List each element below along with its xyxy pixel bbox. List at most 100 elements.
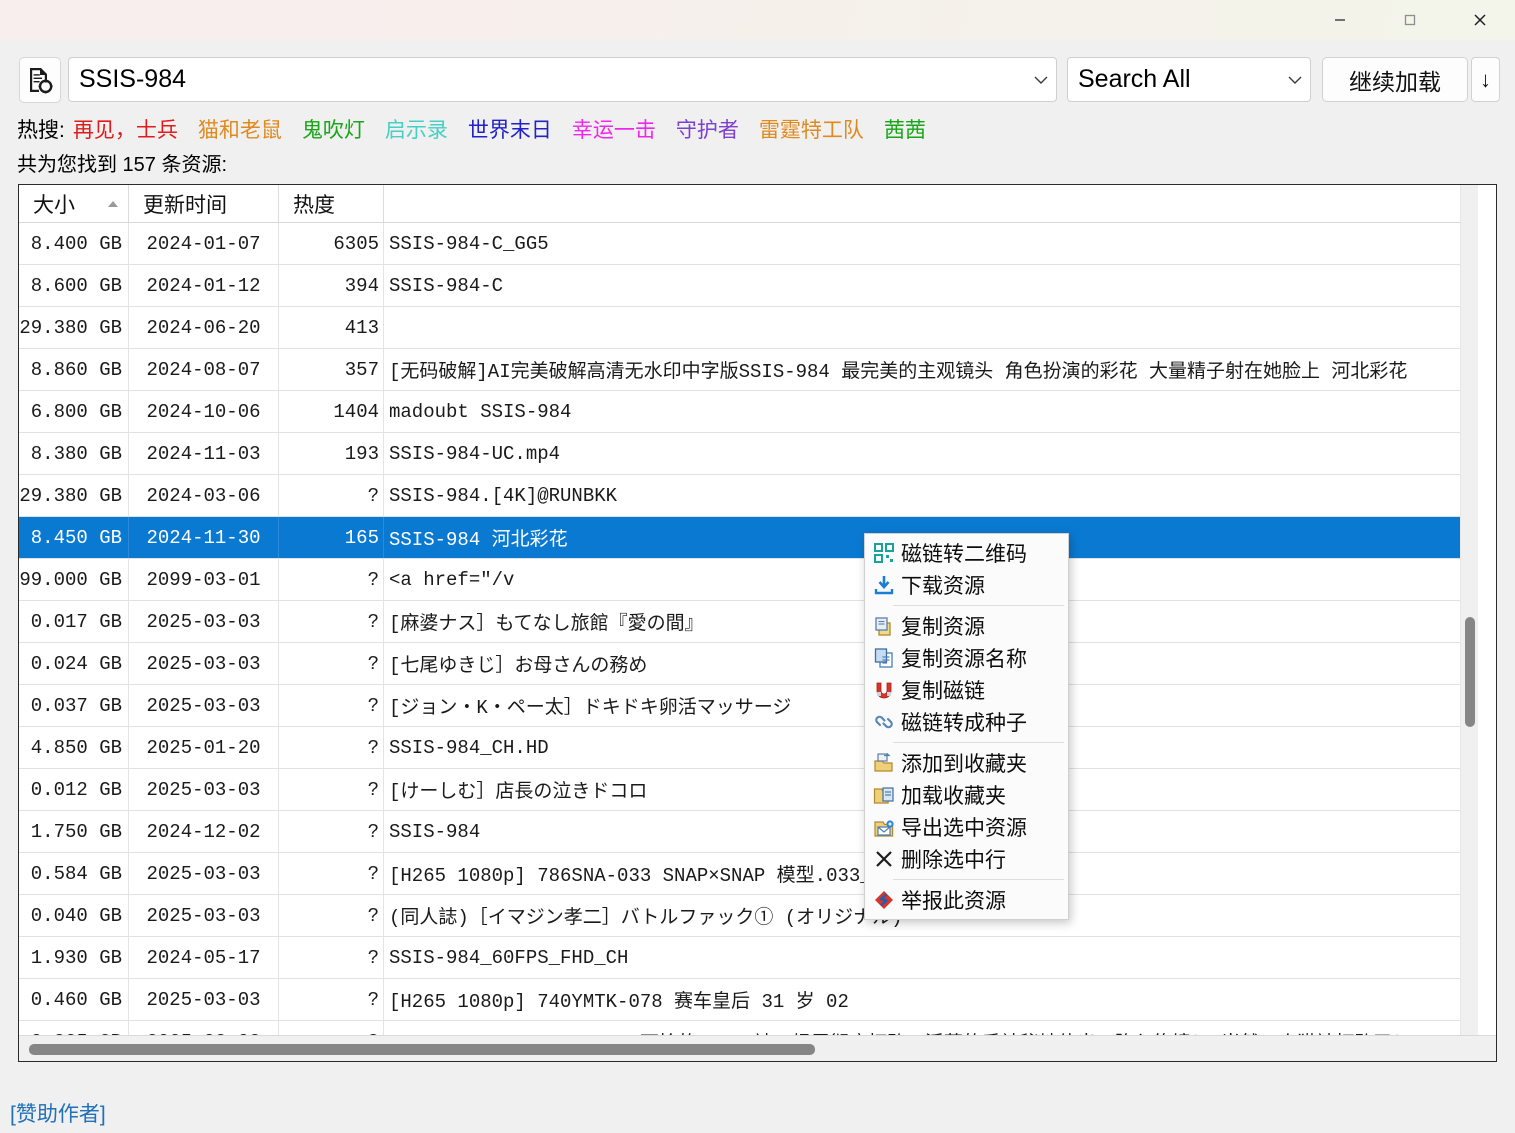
cell-heat: ? [279,895,384,936]
cell-size: 0.040 GB [19,895,129,936]
hot-search-tag[interactable]: 再见，士兵 [73,119,178,142]
table-row[interactable]: 8.400 GB2024-01-076305SSIS-984-C_GG5 [19,223,1478,265]
horizontal-scrollbar[interactable] [19,1035,1496,1061]
sponsor-author-link[interactable]: [赞助作者] [10,1098,106,1128]
context-menu-item[interactable]: 加载收藏夹 [865,779,1068,811]
hot-search-tag[interactable]: 幸运一击 [572,119,656,142]
column-header-heat[interactable]: 热度 [279,185,384,222]
search-combobox[interactable] [68,57,1057,102]
qrcode-icon [867,542,901,564]
column-header-date-label: 更新时间 [143,189,227,219]
hot-search-tag[interactable]: 鬼吹灯 [302,119,365,142]
close-button[interactable] [1445,0,1515,40]
context-menu-item[interactable]: 复制资源 [865,610,1068,642]
horizontal-scrollbar-thumb[interactable] [29,1044,815,1055]
table-row[interactable]: 0.017 GB2025-03-03?[麻婆ナス］もてなし旅館『愛の間』 [19,601,1478,643]
minimize-button[interactable] [1305,0,1375,40]
context-menu-item-label: 复制资源名称 [901,643,1027,673]
document-settings-button[interactable] [19,57,61,103]
maximize-button[interactable] [1375,0,1445,40]
cell-size: 0.460 GB [19,979,129,1020]
link-chain-icon [873,711,895,733]
table-row[interactable]: 0.040 GB2025-03-03?(同人誌)［イマジン孝二］バトルファック①… [19,895,1478,937]
magnet-icon [867,679,901,701]
table-row[interactable]: 0.037 GB2025-03-03?[ジョン・K・ペー太］ドキドキ卵活マッサー… [19,685,1478,727]
export-icon [867,816,901,838]
table-row[interactable]: 8.380 GB2024-11-03193SSIS-984-UC.mp4 [19,433,1478,475]
search-scope-combobox[interactable]: Search All [1067,57,1311,102]
context-menu-separator [893,605,1064,606]
copy-resource-icon [867,615,901,637]
context-menu-item[interactable]: 复制磁链 [865,674,1068,706]
cell-heat: 6305 [279,223,384,264]
cell-heat: 413 [279,307,384,348]
document-settings-icon [27,66,53,94]
hot-search-tag[interactable]: 守护者 [676,119,739,142]
table-row[interactable]: 1.930 GB2024-05-17?SSIS-984_60FPS_FHD_CH [19,937,1478,979]
search-input[interactable] [69,58,1026,101]
chevron-down-icon[interactable] [1280,58,1310,101]
scroll-to-bottom-button[interactable]: ↓ [1471,57,1500,102]
context-menu-item[interactable]: 删除选中行 [865,843,1068,875]
hot-search-tag[interactable]: 世界末日 [468,119,552,142]
table-row[interactable]: 6.800 GB2024-10-061404madoubt SSIS-984 [19,391,1478,433]
context-menu-item[interactable]: 磁链转二维码 [865,537,1068,569]
hot-search-tag[interactable]: 雷霆特工队 [759,119,864,142]
cell-size: 29.380 GB [19,307,129,348]
results-table: 大小 更新时间 热度 8.400 GB2024-01-076305SSIS-98… [18,184,1497,1062]
context-menu-item[interactable]: 磁链转成种子 [865,706,1068,738]
context-menu-item[interactable]: 下载资源 [865,569,1068,601]
table-row[interactable]: 0.584 GB2025-03-03?[H265 1080p] 786SNA-0… [19,853,1478,895]
table-row[interactable]: 29.380 GB2024-03-06?SSIS-984.[4K]@RUNBKK [19,475,1478,517]
cell-heat: 394 [279,265,384,306]
cell-heat: 357 [279,349,384,390]
table-row[interactable]: 0.024 GB2025-03-03?[七尾ゆきじ］お母さんの務め [19,643,1478,685]
cell-size: 1.930 GB [19,937,129,978]
vertical-scrollbar-thumb[interactable] [1465,617,1475,727]
table-row[interactable]: 0.012 GB2025-03-03?[けーしむ］店長の泣きドコロ [19,769,1478,811]
context-menu-item[interactable]: 导出选中资源 [865,811,1068,843]
load-more-button[interactable]: 继续加载 [1322,57,1468,102]
cell-date: 2024-01-12 [129,265,279,306]
context-menu-item[interactable]: 添加到收藏夹 [865,747,1068,779]
context-menu-item[interactable]: 举报此资源 [865,884,1068,916]
cell-name: [无码破解]AI完美破解高清无水印中字版SSIS-984 最完美的主观镜头 角色… [384,349,1478,390]
cell-heat: ? [279,475,384,516]
table-row[interactable]: 0.460 GB2025-03-03?[H265 1080p] 740YMTK-… [19,979,1478,1021]
table-row[interactable]: 8.860 GB2024-08-07357[无码破解]AI完美破解高清无水印中字… [19,349,1478,391]
vertical-scrollbar[interactable] [1460,185,1478,1061]
cell-heat: ? [279,685,384,726]
cell-size: 0.584 GB [19,853,129,894]
cell-heat: ? [279,769,384,810]
cell-date: 2025-03-03 [129,853,279,894]
cell-size: 8.600 GB [19,265,129,306]
close-icon [1471,11,1489,29]
table-row[interactable]: 999.000 GB2099-03-01?<a href="/v [19,559,1478,601]
cell-date: 2024-05-17 [129,937,279,978]
column-header-date[interactable]: 更新时间 [129,185,279,222]
context-menu-item-label: 加载收藏夹 [901,780,1006,810]
cell-heat: ? [279,643,384,684]
table-row[interactable]: 29.380 GB2024-06-20413 [19,307,1478,349]
cell-size: 0.024 GB [19,643,129,684]
hot-search-tag[interactable]: 启示录 [385,119,448,142]
table-row[interactable]: 4.850 GB2025-01-20?SSIS-984_CH.HD [19,727,1478,769]
context-menu-item-label: 复制资源 [901,611,985,641]
cell-heat: ? [279,853,384,894]
hot-search-tag[interactable]: 茜茜 [884,119,926,142]
table-row[interactable]: 8.450 GB2024-11-30165SSIS-984 河北彩花 [19,517,1478,559]
hot-search-tag[interactable]: 猫和老鼠 [198,119,282,142]
cell-date: 2024-08-07 [129,349,279,390]
cell-size: 29.380 GB [19,475,129,516]
context-menu-item-label: 导出选中资源 [901,812,1027,842]
cell-date: 2025-03-03 [129,769,279,810]
column-header-name[interactable] [384,185,1478,222]
table-row[interactable]: 8.600 GB2024-01-12394SSIS-984-C [19,265,1478,307]
cell-heat: ? [279,937,384,978]
add-favorite-icon [873,752,895,774]
context-menu-item[interactable]: 复制资源名称 [865,642,1068,674]
table-row[interactable]: 1.750 GB2024-12-02?SSIS-984 [19,811,1478,853]
chevron-down-icon[interactable] [1026,58,1056,101]
context-menu-item-label: 磁链转成种子 [901,707,1027,737]
column-header-size[interactable]: 大小 [19,185,129,222]
